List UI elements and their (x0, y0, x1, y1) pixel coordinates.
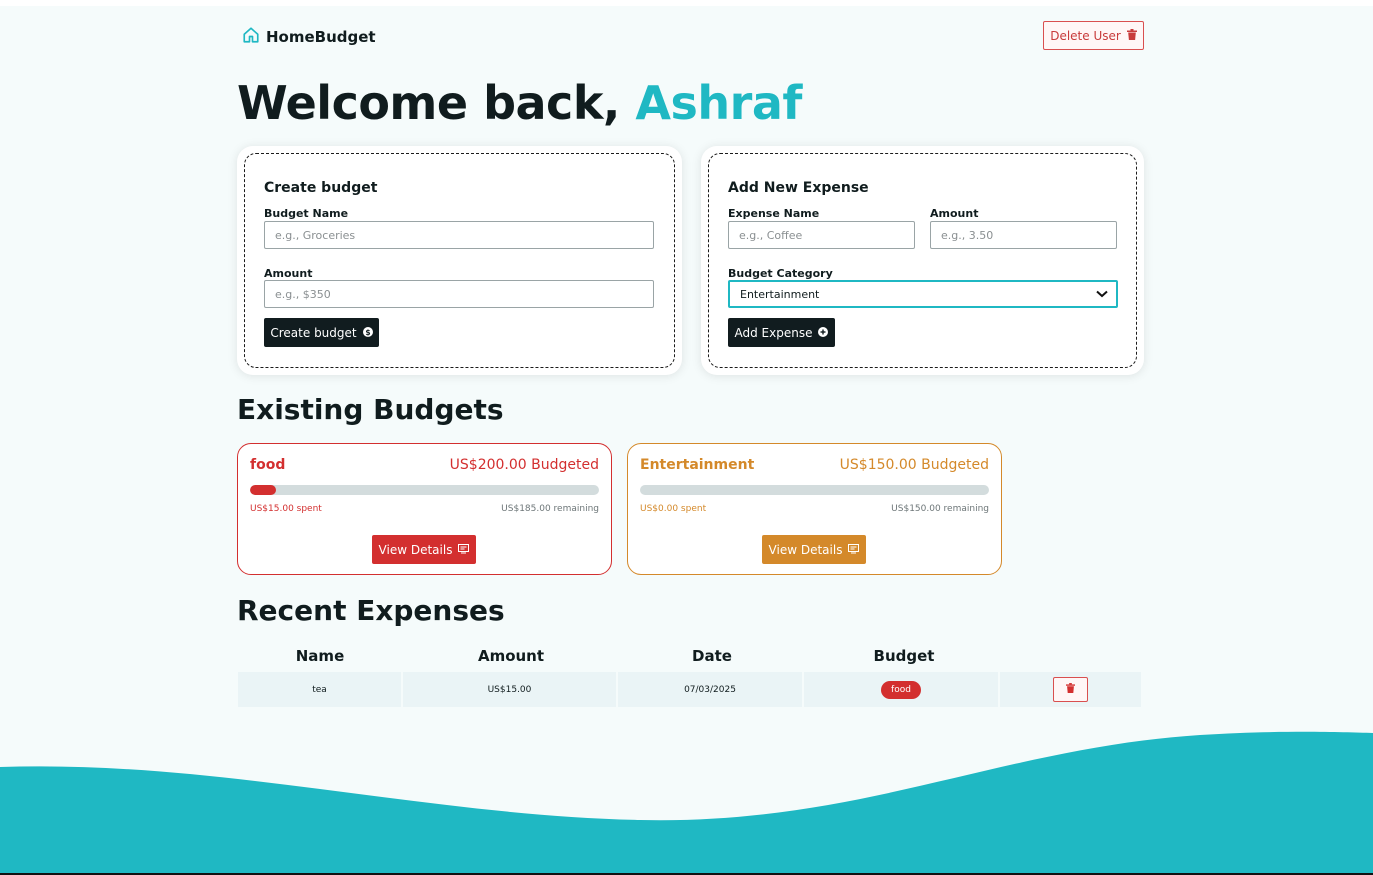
table-row: tea US$15.00 07/03/2025 food (238, 672, 1143, 707)
budget-pill[interactable]: food (881, 680, 921, 699)
budget-progress-fill (250, 485, 277, 495)
budget-progress-bar (640, 485, 989, 495)
expense-name-input[interactable]: e.g., Coffee (728, 221, 915, 249)
expense-amount-label: Amount (930, 207, 979, 220)
wave-decoration (0, 731, 1373, 875)
view-details-button[interactable]: View Details (372, 535, 476, 564)
add-expense-card: Add New Expense Expense Name e.g., Coffe… (701, 146, 1144, 375)
user-name: Ashraf (635, 76, 802, 130)
budget-spent: US$0.00 spent (640, 504, 707, 514)
expense-amount-placeholder: e.g., 3.50 (941, 228, 994, 242)
view-details-label: View Details (768, 542, 843, 557)
budget-name-label: Budget Name (264, 207, 349, 220)
budget-card-name: food (250, 457, 286, 473)
create-budget-title: Create budget (264, 180, 378, 196)
add-expense-button-label: Add Expense (734, 325, 813, 340)
budget-category-select[interactable]: Entertainment (728, 280, 1118, 308)
budget-card-entertainment: Entertainment US$150.00 Budgeted US$0.00… (627, 443, 1002, 575)
add-expense-title: Add New Expense (728, 180, 869, 196)
trash-icon (1066, 683, 1075, 696)
cell-name: tea (238, 672, 401, 707)
budget-spent: US$15.00 spent (250, 504, 322, 514)
brand[interactable]: HomeBudget (242, 26, 376, 48)
top-strip (0, 0, 1373, 6)
create-budget-card: Create budget Budget Name e.g., Grocerie… (237, 146, 682, 375)
budget-remaining: US$150.00 remaining (891, 504, 989, 514)
budget-card-amount: US$200.00 Budgeted (449, 457, 599, 473)
home-icon (242, 26, 260, 48)
column-header-date: Date (692, 647, 732, 665)
plus-circle-icon (818, 326, 829, 340)
budget-progress-bar (250, 485, 599, 495)
chevron-down-icon (1096, 288, 1108, 301)
view-details-label: View Details (378, 542, 453, 557)
budget-category-label: Budget Category (728, 267, 833, 280)
column-header-amount: Amount (477, 647, 545, 665)
budget-amount-label: Amount (264, 267, 313, 280)
brand-name: HomeBudget (266, 28, 376, 46)
expense-name-label: Expense Name (728, 207, 820, 220)
cell-date: 07/03/2025 (618, 672, 802, 707)
trash-icon (1126, 28, 1137, 43)
column-header-name: Name (295, 647, 345, 665)
budget-category-value: Entertainment (740, 287, 820, 301)
page-title: Welcome back, Ashraf (237, 76, 802, 130)
budget-remaining: US$185.00 remaining (501, 504, 599, 514)
delete-user-button[interactable]: Delete User (1043, 21, 1144, 50)
details-icon (458, 543, 470, 557)
budget-card-amount: US$150.00 Budgeted (839, 457, 989, 473)
budget-amount-input[interactable]: e.g., $350 (264, 280, 654, 308)
cell-actions (1000, 672, 1141, 707)
budget-name-placeholder: e.g., Groceries (275, 228, 356, 242)
delete-expense-button[interactable] (1053, 677, 1088, 702)
cell-budget: food (804, 672, 998, 707)
create-budget-button[interactable]: Create budget $ (264, 318, 379, 347)
expense-amount-input[interactable]: e.g., 3.50 (930, 221, 1117, 249)
cell-amount: US$15.00 (403, 672, 616, 707)
budget-name-input[interactable]: e.g., Groceries (264, 221, 654, 249)
delete-user-label: Delete User (1050, 28, 1121, 43)
column-header-budget: Budget (873, 647, 935, 665)
expense-name-placeholder: e.g., Coffee (739, 228, 803, 242)
budget-amount-placeholder: e.g., $350 (275, 287, 331, 301)
existing-budgets-heading: Existing Budgets (237, 393, 504, 426)
create-budget-button-label: Create budget (270, 325, 357, 340)
recent-expenses-heading: Recent Expenses (237, 594, 505, 627)
svg-text:$: $ (365, 327, 370, 336)
currency-icon: $ (362, 326, 373, 340)
welcome-prefix: Welcome back, (237, 76, 620, 130)
add-expense-button[interactable]: Add Expense (728, 318, 835, 347)
details-icon (848, 543, 860, 557)
budget-card-food: food US$200.00 Budgeted US$15.00 spent U… (237, 443, 612, 575)
view-details-button[interactable]: View Details (762, 535, 866, 564)
budget-card-name: Entertainment (640, 457, 755, 473)
